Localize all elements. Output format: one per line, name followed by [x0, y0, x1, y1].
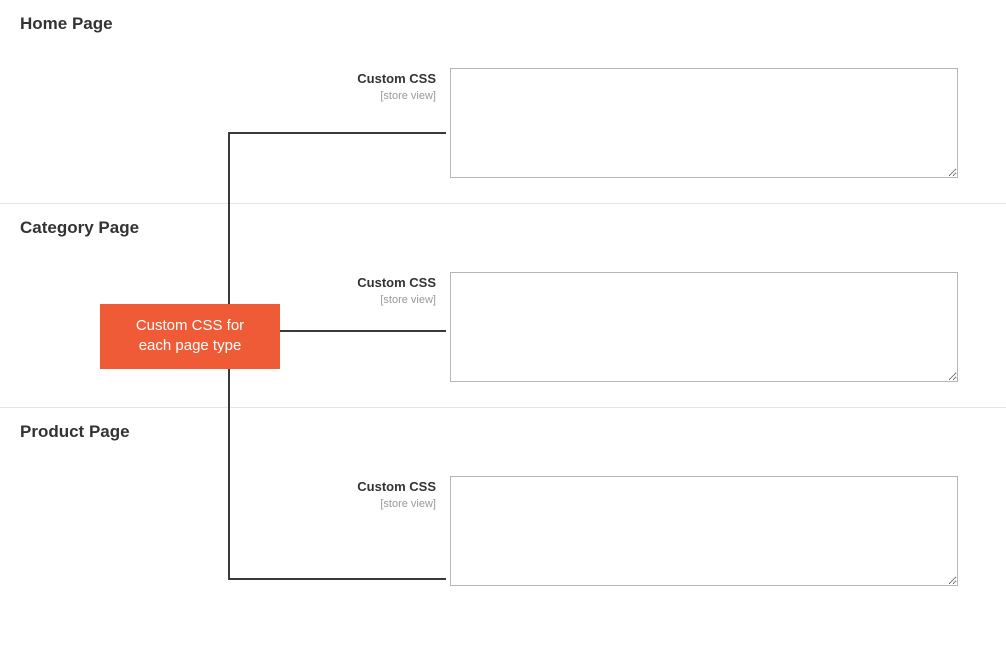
- custom-css-home-textarea[interactable]: [450, 68, 958, 178]
- section-home-page: Home Page Custom CSS [store view]: [0, 0, 1006, 203]
- field-row-home: Custom CSS [store view]: [20, 68, 986, 183]
- callout-box: Custom CSS for each page type: [100, 304, 280, 369]
- callout-text-line1: Custom CSS for: [136, 317, 244, 334]
- field-label-wrap-category: Custom CSS [store view]: [20, 272, 450, 306]
- field-label-category: Custom CSS: [357, 275, 436, 290]
- field-label-product: Custom CSS: [357, 479, 436, 494]
- section-title-category: Category Page: [20, 218, 986, 238]
- field-label-home: Custom CSS: [357, 71, 436, 86]
- section-title-home: Home Page: [20, 14, 986, 34]
- field-label-wrap-product: Custom CSS [store view]: [20, 476, 450, 510]
- field-control-product: [450, 476, 986, 591]
- field-label-wrap-home: Custom CSS [store view]: [20, 68, 450, 102]
- field-row-product: Custom CSS [store view]: [20, 476, 986, 591]
- field-control-category: [450, 272, 986, 387]
- field-scope-home: [store view]: [20, 90, 436, 102]
- section-product-page: Product Page Custom CSS [store view]: [0, 407, 1006, 611]
- field-control-home: [450, 68, 986, 183]
- custom-css-category-textarea[interactable]: [450, 272, 958, 382]
- section-title-product: Product Page: [20, 422, 986, 442]
- field-scope-product: [store view]: [20, 498, 436, 510]
- callout-text-line2: each page type: [139, 337, 242, 354]
- custom-css-product-textarea[interactable]: [450, 476, 958, 586]
